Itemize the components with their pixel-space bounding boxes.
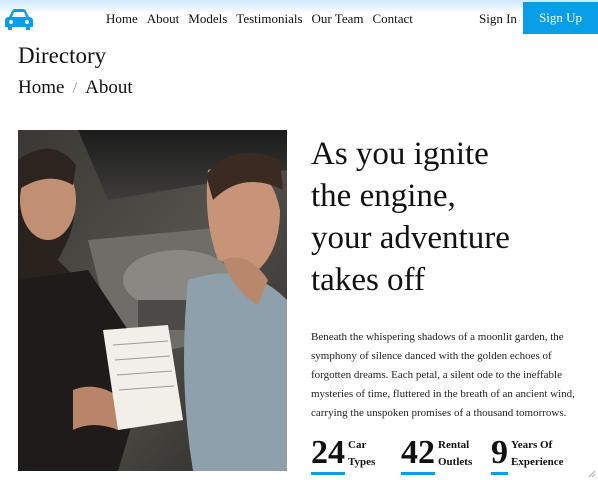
page-title: Directory: [18, 43, 107, 68]
main-nav: Home About Models Testimonials Our Team …: [106, 11, 422, 27]
stat-value: 42: [401, 434, 435, 475]
breadcrumb-home[interactable]: Home: [18, 77, 64, 99]
headline-line: the engine,: [311, 178, 456, 214]
resize-handle-icon[interactable]: [588, 470, 596, 478]
breadcrumb: Home / About: [18, 77, 133, 99]
breadcrumb-separator: /: [72, 78, 78, 97]
hero-description: Beneath the whispering shadows of a moon…: [311, 331, 575, 419]
stat-label: Car Types: [348, 439, 376, 468]
stat-label: Rental Outlets: [438, 439, 473, 468]
car-logo-icon[interactable]: [4, 9, 34, 31]
headline-line: As you ignite: [311, 136, 489, 172]
headline-line: your adventure: [311, 220, 510, 256]
mechanic-photo: [18, 130, 287, 471]
stat-value: 24: [311, 434, 345, 475]
sign-up-button[interactable]: Sign Up: [523, 2, 598, 34]
nav-models[interactable]: Models: [188, 11, 227, 27]
nav-testimonials[interactable]: Testimonials: [236, 11, 302, 27]
hero-headline: As you ignite the engine, your adventure…: [311, 133, 591, 301]
nav-about[interactable]: About: [147, 11, 180, 27]
stat-years-experience: 9 Years Of Experience: [491, 434, 564, 475]
nav-our-team[interactable]: Our Team: [312, 11, 364, 27]
stat-value: 9: [491, 434, 508, 475]
stat-label: Years Of Experience: [511, 439, 564, 468]
nav-contact[interactable]: Contact: [372, 11, 412, 27]
headline-line: takes off: [311, 262, 425, 298]
stat-car-types: 24 Car Types: [311, 434, 375, 475]
breadcrumb-current: About: [85, 77, 133, 98]
nav-home[interactable]: Home: [106, 11, 138, 27]
sign-in-link[interactable]: Sign In: [479, 11, 517, 27]
stat-rental-outlets: 42 Rental Outlets: [401, 434, 472, 475]
